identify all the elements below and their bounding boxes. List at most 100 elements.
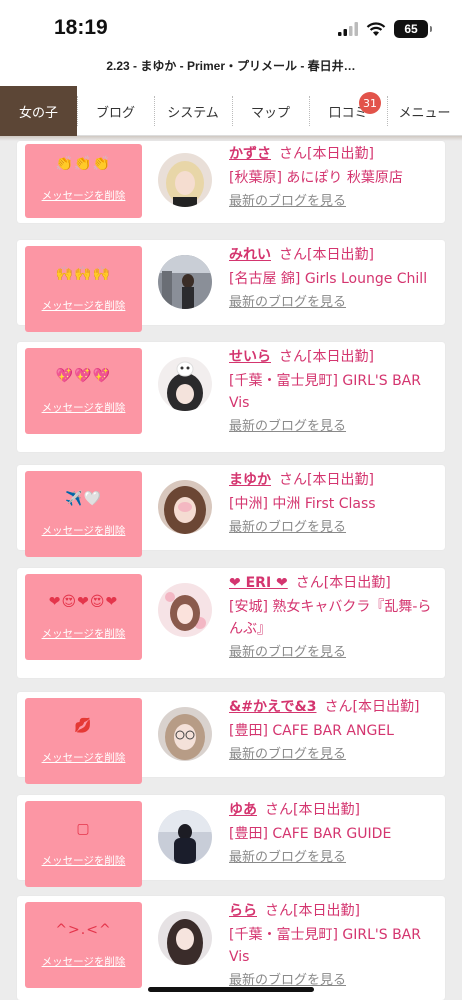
- name-line: せいら さん[本日出勤]: [229, 347, 437, 367]
- attendance-status: [本日出勤]: [307, 472, 374, 488]
- message-card: 🙌🙌🙌 メッセージを削除 みれい さん[本日出勤] [名古屋 錦] Girls Loun…: [17, 240, 445, 332]
- cast-name-link[interactable]: ゆあ: [229, 802, 257, 818]
- attendance-status: [本日出勤]: [307, 349, 374, 365]
- message-card: ▢ メッセージを削除 ゆあ さん[本日出勤] [豊田] CAFE BAR GUIDE 最新…: [17, 795, 445, 887]
- review-count-badge: 31: [359, 92, 381, 114]
- cast-info: ❤ ERI ❤ さん[本日出勤] [安城] 熟女キャバクラ『乱舞-らんぶ』最新のブロ…: [229, 573, 437, 662]
- avatar[interactable]: [158, 583, 212, 637]
- cast-name-link[interactable]: せいら: [229, 349, 271, 365]
- delete-message-link[interactable]: メッセージを削除: [25, 523, 142, 538]
- battery-icon: 65: [394, 20, 432, 38]
- status-icons: 65: [338, 19, 432, 39]
- avatar[interactable]: [158, 153, 212, 207]
- avatar[interactable]: [158, 810, 212, 864]
- honorific: さん: [324, 699, 353, 715]
- honorific: さん: [265, 903, 293, 919]
- attendance-status: [本日出勤]: [307, 146, 374, 162]
- honorific: さん: [279, 472, 307, 488]
- wifi-icon: [366, 21, 386, 36]
- cast-info: かずさ さん[本日出勤] [秋葉原] あにぽり 秋葉原店 最新のブログを見る: [229, 144, 437, 211]
- tab-label: ブログ: [95, 105, 135, 121]
- delete-message-link[interactable]: メッセージを削除: [25, 626, 142, 641]
- honorific: さん: [279, 349, 307, 365]
- shop-name: [豊田] CAFE BAR ANGEL: [229, 723, 394, 739]
- name-line: らら さん[本日出勤]: [229, 901, 437, 921]
- message-emoji: 🙌🙌🙌: [55, 266, 112, 282]
- message-card: ❤😍❤😍❤ メッセージを削除 ❤ ERI ❤ さん[本日出勤] [安城] 熟女キャバクラ…: [17, 568, 445, 678]
- latest-blog-link[interactable]: 最新のブログを見る: [229, 644, 437, 662]
- tab-label: メニュー: [398, 105, 451, 121]
- tab-label: 女の子: [18, 105, 58, 121]
- cast-info: &#かえで&3 さん[本日出勤] [豊田] CAFE BAR ANGEL 最新のブログ…: [229, 697, 437, 764]
- cast-name-link[interactable]: らら: [229, 903, 257, 919]
- cast-name-link[interactable]: &#かえで&3: [229, 699, 316, 715]
- cast-name-link[interactable]: ❤ ERI ❤: [229, 575, 288, 591]
- message-emoji: 💖💖💖: [55, 368, 112, 384]
- tab-girls[interactable]: 女の子: [0, 86, 77, 136]
- honorific: さん: [279, 247, 307, 263]
- shop-name: [安城] 熟女キャバクラ『乱舞-らんぶ』: [229, 599, 432, 637]
- latest-blog-link[interactable]: 最新のブログを見る: [229, 418, 437, 436]
- name-line: まゆか さん[本日出勤]: [229, 470, 437, 490]
- honorific: さん: [279, 146, 307, 162]
- message-box: 💖💖💖 メッセージを削除: [25, 348, 142, 434]
- message-emoji: 👏👏👏: [55, 156, 112, 172]
- cast-info: らら さん[本日出勤] [千葉・富士見町] GIRL'S BAR Vis 最新のブログ…: [229, 901, 437, 990]
- tab-system[interactable]: システム: [154, 86, 232, 136]
- avatar[interactable]: [158, 911, 212, 965]
- name-line: ゆあ さん[本日出勤]: [229, 800, 437, 820]
- message-card: 💖💖💖 メッセージを削除 せいら さん[本日出勤] [千葉・富士見町] GIRL'S B…: [17, 342, 445, 452]
- signal-icon: [338, 22, 358, 36]
- attendance-status: [本日出勤]: [293, 802, 360, 818]
- message-card: ✈️🤍 メッセージを削除 まゆか さん[本日出勤] [中洲] 中洲 First Clas…: [17, 465, 445, 557]
- shop-name: [千葉・富士見町] GIRL'S BAR Vis: [229, 927, 421, 965]
- tab-label: システム: [167, 105, 219, 121]
- message-box: ✈️🤍 メッセージを削除: [25, 471, 142, 557]
- latest-blog-link[interactable]: 最新のブログを見る: [229, 294, 437, 312]
- latest-blog-link[interactable]: 最新のブログを見る: [229, 746, 437, 764]
- attendance-status: [本日出勤]: [307, 247, 374, 263]
- home-indicator[interactable]: [148, 987, 314, 992]
- page-title: 2.23 - まゆか - Primer・プリメール - 春日井…: [0, 56, 462, 86]
- cast-info: ゆあ さん[本日出勤] [豊田] CAFE BAR GUIDE 最新のブログを見る: [229, 800, 437, 867]
- latest-blog-link[interactable]: 最新のブログを見る: [229, 849, 437, 867]
- avatar[interactable]: [158, 255, 212, 309]
- message-box: 💋 メッセージを削除: [25, 698, 142, 784]
- cast-info: みれい さん[本日出勤] [名古屋 錦] Girls Lounge Chill 最新の…: [229, 245, 437, 312]
- honorific: さん: [265, 802, 293, 818]
- attendance-status: [本日出勤]: [323, 575, 391, 591]
- message-emoji: ✈️🤍: [65, 491, 102, 507]
- avatar[interactable]: [158, 357, 212, 411]
- cast-name-link[interactable]: みれい: [229, 247, 271, 263]
- cast-info: まゆか さん[本日出勤] [中洲] 中洲 First Class 最新のブログを見る: [229, 470, 437, 537]
- delete-message-link[interactable]: メッセージを削除: [25, 954, 142, 969]
- delete-message-link[interactable]: メッセージを削除: [25, 400, 142, 415]
- shop-name: [千葉・富士見町] GIRL'S BAR Vis: [229, 373, 421, 411]
- honorific: さん: [295, 575, 324, 591]
- name-line: みれい さん[本日出勤]: [229, 245, 437, 265]
- latest-blog-link[interactable]: 最新のブログを見る: [229, 519, 437, 537]
- delete-message-link[interactable]: メッセージを削除: [25, 750, 142, 765]
- latest-blog-link[interactable]: 最新のブログを見る: [229, 193, 437, 211]
- tab-menu[interactable]: メニュー: [387, 86, 462, 136]
- message-box: 🙌🙌🙌 メッセージを削除: [25, 246, 142, 332]
- cast-name-link[interactable]: まゆか: [229, 472, 271, 488]
- delete-message-link[interactable]: メッセージを削除: [25, 853, 142, 868]
- delete-message-link[interactable]: メッセージを削除: [25, 188, 142, 203]
- cast-name-link[interactable]: かずさ: [229, 146, 271, 162]
- message-box: ▢ メッセージを削除: [25, 801, 142, 887]
- nav-bar: 女の子 ブログ システム マップ 口コミ 31 メニュー: [0, 86, 462, 136]
- attendance-status: [本日出勤]: [293, 903, 360, 919]
- delete-message-link[interactable]: メッセージを削除: [25, 298, 142, 313]
- avatar[interactable]: [158, 707, 212, 761]
- cast-info: せいら さん[本日出勤] [千葉・富士見町] GIRL'S BAR Vis 最新のブロ…: [229, 347, 437, 436]
- tab-reviews[interactable]: 口コミ 31: [309, 86, 387, 136]
- tab-map[interactable]: マップ: [232, 86, 309, 136]
- tab-blog[interactable]: ブログ: [77, 86, 154, 136]
- message-emoji: 💋: [74, 718, 93, 734]
- message-box: ^>.<^ メッセージを削除: [25, 902, 142, 988]
- status-bar: 18:19 65: [0, 0, 462, 56]
- tab-label: マップ: [250, 105, 290, 121]
- avatar[interactable]: [158, 480, 212, 534]
- attendance-status: [本日出勤]: [352, 699, 420, 715]
